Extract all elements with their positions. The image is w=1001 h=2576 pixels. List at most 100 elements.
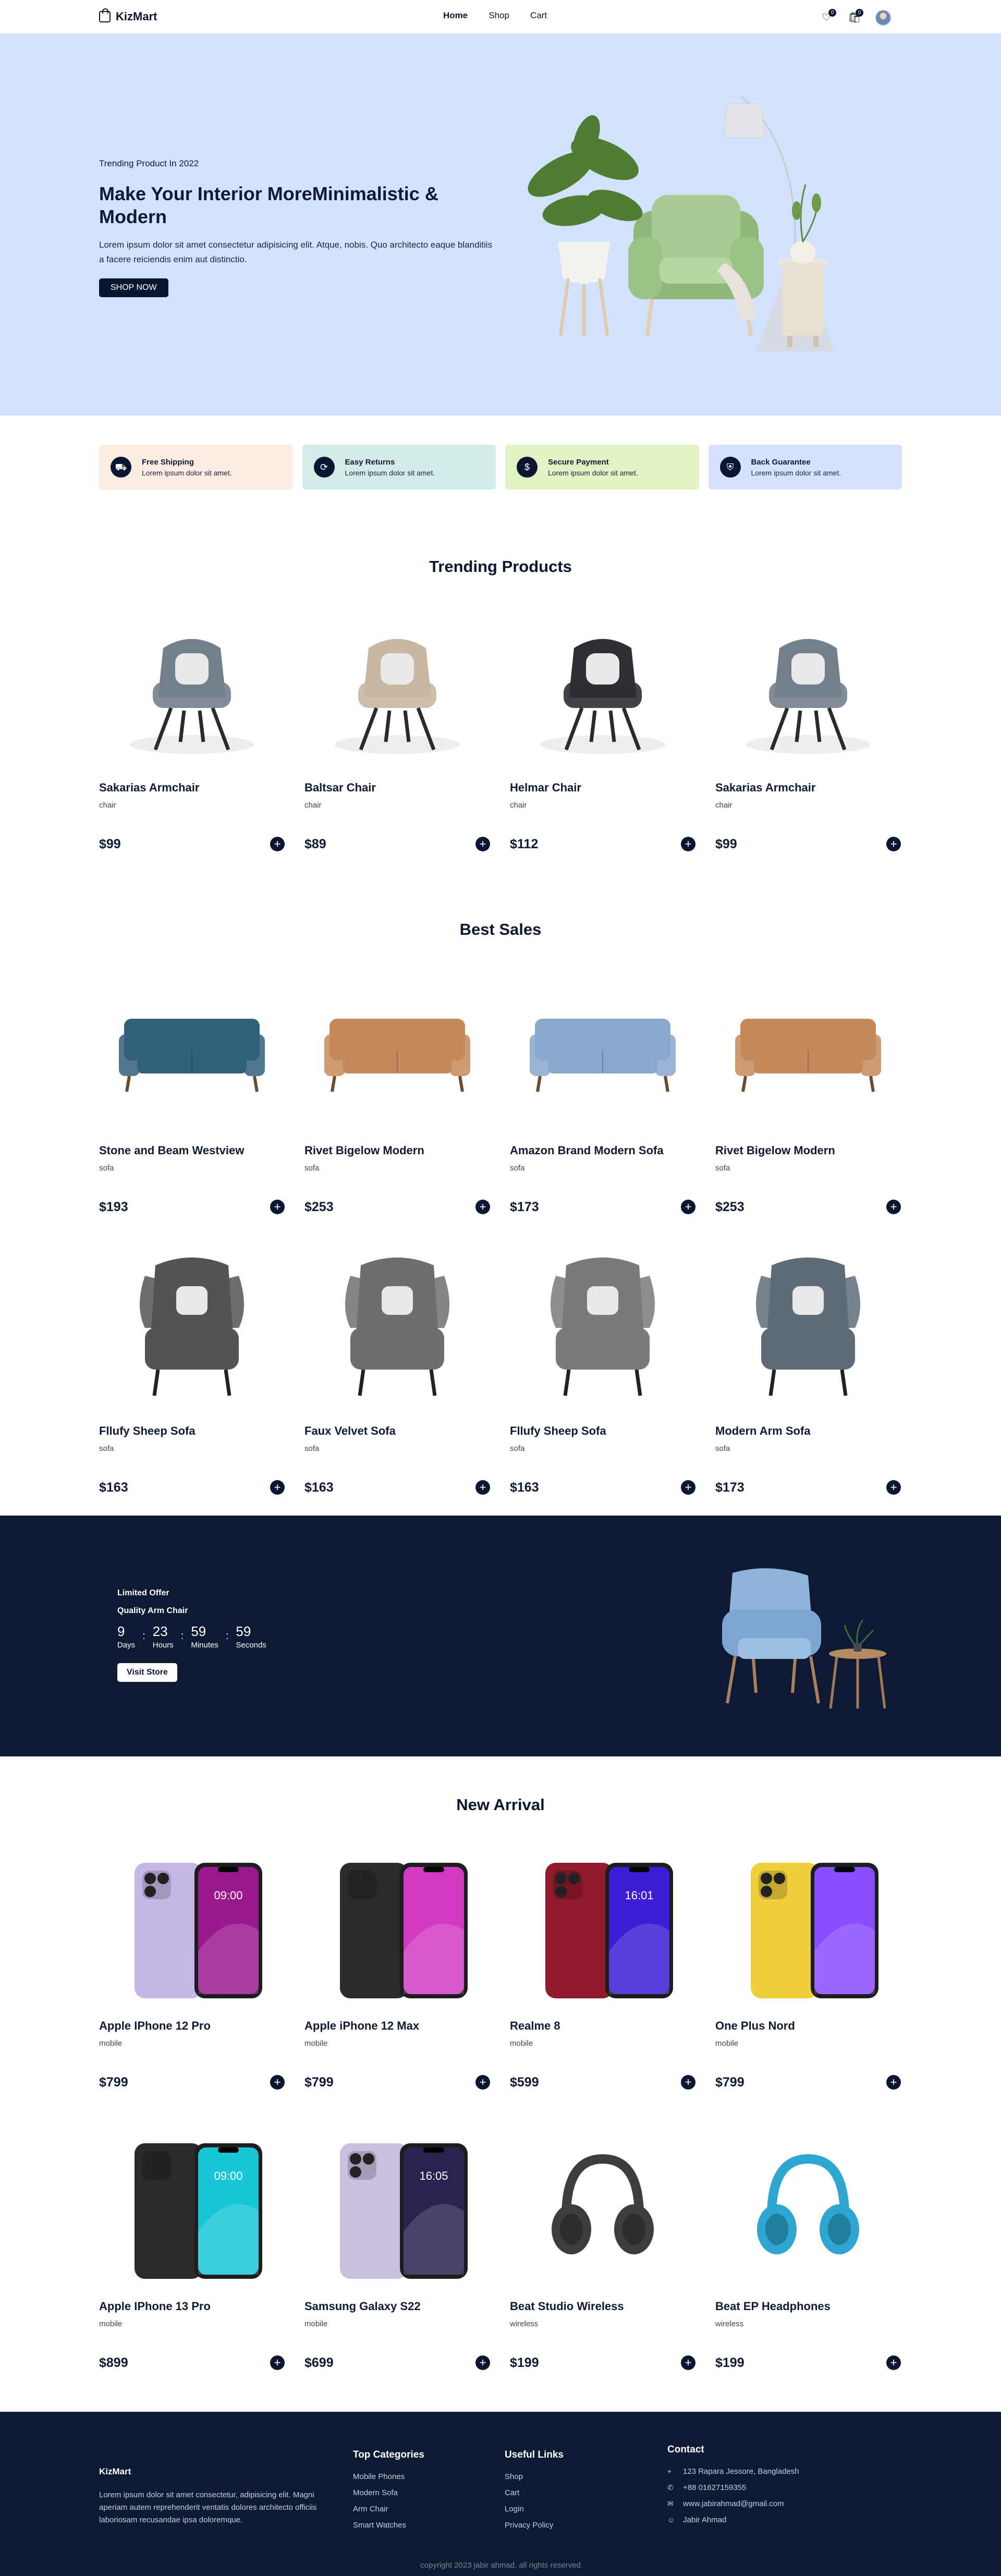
product-image[interactable] <box>99 597 285 777</box>
add-to-cart-icon[interactable]: + <box>270 1480 285 1495</box>
product-image[interactable] <box>99 960 285 1140</box>
product-card[interactable]: Modern Arm Sofa sofa $173 + <box>715 1240 901 1495</box>
brand-logo[interactable]: KizMart <box>99 8 157 23</box>
product-image[interactable] <box>510 960 695 1140</box>
product-name[interactable]: One Plus Nord <box>715 2019 901 2033</box>
product-name[interactable]: Helmar Chair <box>510 781 695 795</box>
product-card[interactable]: 09:00 Apple IPhone 12 Pro mobile $799 + <box>99 1835 285 2090</box>
product-image[interactable] <box>510 1240 695 1420</box>
product-image[interactable]: 09:00 <box>99 1835 285 2015</box>
product-name[interactable]: Rivet Bigelow Modern <box>715 1144 901 1157</box>
footer-link[interactable]: Mobile Phones <box>353 2472 424 2481</box>
product-card[interactable]: Beat EP Headphones wireless $199 + <box>715 2116 901 2370</box>
product-image[interactable]: 09:00 <box>99 2116 285 2296</box>
product-name[interactable]: Beat EP Headphones <box>715 2300 901 2313</box>
product-name[interactable]: Modern Arm Sofa <box>715 1424 901 1438</box>
add-to-cart-icon[interactable]: + <box>886 1480 901 1495</box>
contact-email[interactable]: www.jabirahmad@gmail.com <box>683 2499 784 2508</box>
product-image[interactable] <box>715 1835 901 2015</box>
footer-link[interactable]: Modern Sofa <box>353 2488 424 2497</box>
add-to-cart-icon[interactable]: + <box>886 1200 901 1214</box>
product-card[interactable]: Rivet Bigelow Modern sofa $253 + <box>304 960 490 1214</box>
footer-link[interactable]: Shop <box>505 2472 564 2481</box>
add-to-cart-icon[interactable]: + <box>475 2355 490 2370</box>
product-card[interactable]: Baltsar Chair chair $89 + <box>304 597 490 851</box>
product-card[interactable]: Rivet Bigelow Modern sofa $253 + <box>715 960 901 1214</box>
product-name[interactable]: Fllufy Sheep Sofa <box>99 1424 285 1438</box>
add-to-cart-icon[interactable]: + <box>886 2355 901 2370</box>
add-to-cart-icon[interactable]: + <box>886 837 901 851</box>
product-name[interactable]: Sakarias Armchair <box>715 781 901 795</box>
product-name[interactable]: Apple IPhone 12 Pro <box>99 2019 285 2033</box>
shop-now-button[interactable]: SHOP NOW <box>99 278 168 297</box>
product-card[interactable]: Beat Studio Wireless wireless $199 + <box>510 2116 695 2370</box>
product-name[interactable]: Baltsar Chair <box>304 781 490 795</box>
add-to-cart-icon[interactable]: + <box>886 2075 901 2090</box>
add-to-cart-icon[interactable]: + <box>270 2075 285 2090</box>
add-to-cart-icon[interactable]: + <box>475 837 490 851</box>
product-card[interactable]: Apple iPhone 12 Max mobile $799 + <box>304 1835 490 2090</box>
product-name[interactable]: Apple iPhone 12 Max <box>304 2019 490 2033</box>
add-to-cart-icon[interactable]: + <box>681 1480 695 1495</box>
product-image[interactable] <box>304 1240 490 1420</box>
add-to-cart-icon[interactable]: + <box>681 2355 695 2370</box>
product-image[interactable] <box>304 597 490 777</box>
product-name[interactable]: Stone and Beam Westview <box>99 1144 285 1157</box>
section-title: Trending Products <box>429 557 572 576</box>
add-to-cart-icon[interactable]: + <box>475 2075 490 2090</box>
product-card[interactable]: 16:01 Realme 8 mobile $599 + <box>510 1835 695 2090</box>
product-card[interactable]: 16:05 Samsung Galaxy S22 mobile $699 + <box>304 2116 490 2370</box>
nav-link-home[interactable]: Home <box>443 10 468 21</box>
product-image[interactable]: 16:01 <box>510 1835 695 2015</box>
add-to-cart-icon[interactable]: + <box>681 837 695 851</box>
footer-link[interactable]: Arm Chair <box>353 2505 424 2513</box>
product-image[interactable] <box>304 1835 490 2015</box>
product-image[interactable] <box>510 2116 695 2296</box>
add-to-cart-icon[interactable]: + <box>681 2075 695 2090</box>
product-name[interactable]: Faux Velvet Sofa <box>304 1424 490 1438</box>
footer-link[interactable]: Privacy Policy <box>505 2521 564 2530</box>
add-to-cart-icon[interactable]: + <box>270 1200 285 1214</box>
add-to-cart-icon[interactable]: + <box>475 1200 490 1214</box>
product-name[interactable]: Beat Studio Wireless <box>510 2300 695 2313</box>
product-card[interactable]: Helmar Chair chair $112 + <box>510 597 695 851</box>
nav-link-shop[interactable]: Shop <box>489 10 509 21</box>
product-card[interactable]: 09:00 Apple IPhone 13 Pro mobile $899 + <box>99 2116 285 2370</box>
countdown-label: Hours <box>152 1641 174 1650</box>
product-image[interactable] <box>715 960 901 1140</box>
cart-icon[interactable]: 🛍 0 <box>848 9 863 23</box>
product-card[interactable]: Fllufy Sheep Sofa sofa $163 + <box>99 1240 285 1495</box>
product-card[interactable]: Amazon Brand Modern Sofa sofa $173 + <box>510 960 695 1214</box>
product-name[interactable]: Samsung Galaxy S22 <box>304 2300 490 2313</box>
footer-link[interactable]: Login <box>505 2505 564 2513</box>
product-card[interactable]: Sakarias Armchair chair $99 + <box>99 597 285 851</box>
add-to-cart-icon[interactable]: + <box>270 837 285 851</box>
product-image[interactable] <box>304 960 490 1140</box>
product-card[interactable]: Faux Velvet Sofa sofa $163 + <box>304 1240 490 1495</box>
nav-link-cart[interactable]: Cart <box>530 10 547 21</box>
product-image[interactable] <box>99 1240 285 1420</box>
product-name[interactable]: Amazon Brand Modern Sofa <box>510 1144 695 1157</box>
product-card[interactable]: Stone and Beam Westview sofa $193 + <box>99 960 285 1214</box>
add-to-cart-icon[interactable]: + <box>681 1200 695 1214</box>
product-name[interactable]: Rivet Bigelow Modern <box>304 1144 490 1157</box>
heart-icon[interactable]: ♡ 0 <box>821 9 836 23</box>
product-card[interactable]: One Plus Nord mobile $799 + <box>715 1835 901 2090</box>
product-image[interactable] <box>715 2116 901 2296</box>
product-image[interactable] <box>715 1240 901 1420</box>
add-to-cart-icon[interactable]: + <box>270 2355 285 2370</box>
product-name[interactable]: Realme 8 <box>510 2019 695 2033</box>
product-name[interactable]: Sakarias Armchair <box>99 781 285 795</box>
product-image[interactable] <box>510 597 695 777</box>
add-to-cart-icon[interactable]: + <box>475 1480 490 1495</box>
visit-store-button[interactable]: Visit Store <box>117 1663 177 1682</box>
product-image[interactable]: 16:05 <box>304 2116 490 2296</box>
product-name[interactable]: Fllufy Sheep Sofa <box>510 1424 695 1438</box>
product-name[interactable]: Apple IPhone 13 Pro <box>99 2300 285 2313</box>
footer-link[interactable]: Cart <box>505 2488 564 2497</box>
product-card[interactable]: Sakarias Armchair chair $99 + <box>715 597 901 851</box>
product-card[interactable]: Fllufy Sheep Sofa sofa $163 + <box>510 1240 695 1495</box>
footer-link[interactable]: Smart Watches <box>353 2521 424 2530</box>
product-image[interactable] <box>715 597 901 777</box>
avatar[interactable] <box>875 9 892 26</box>
